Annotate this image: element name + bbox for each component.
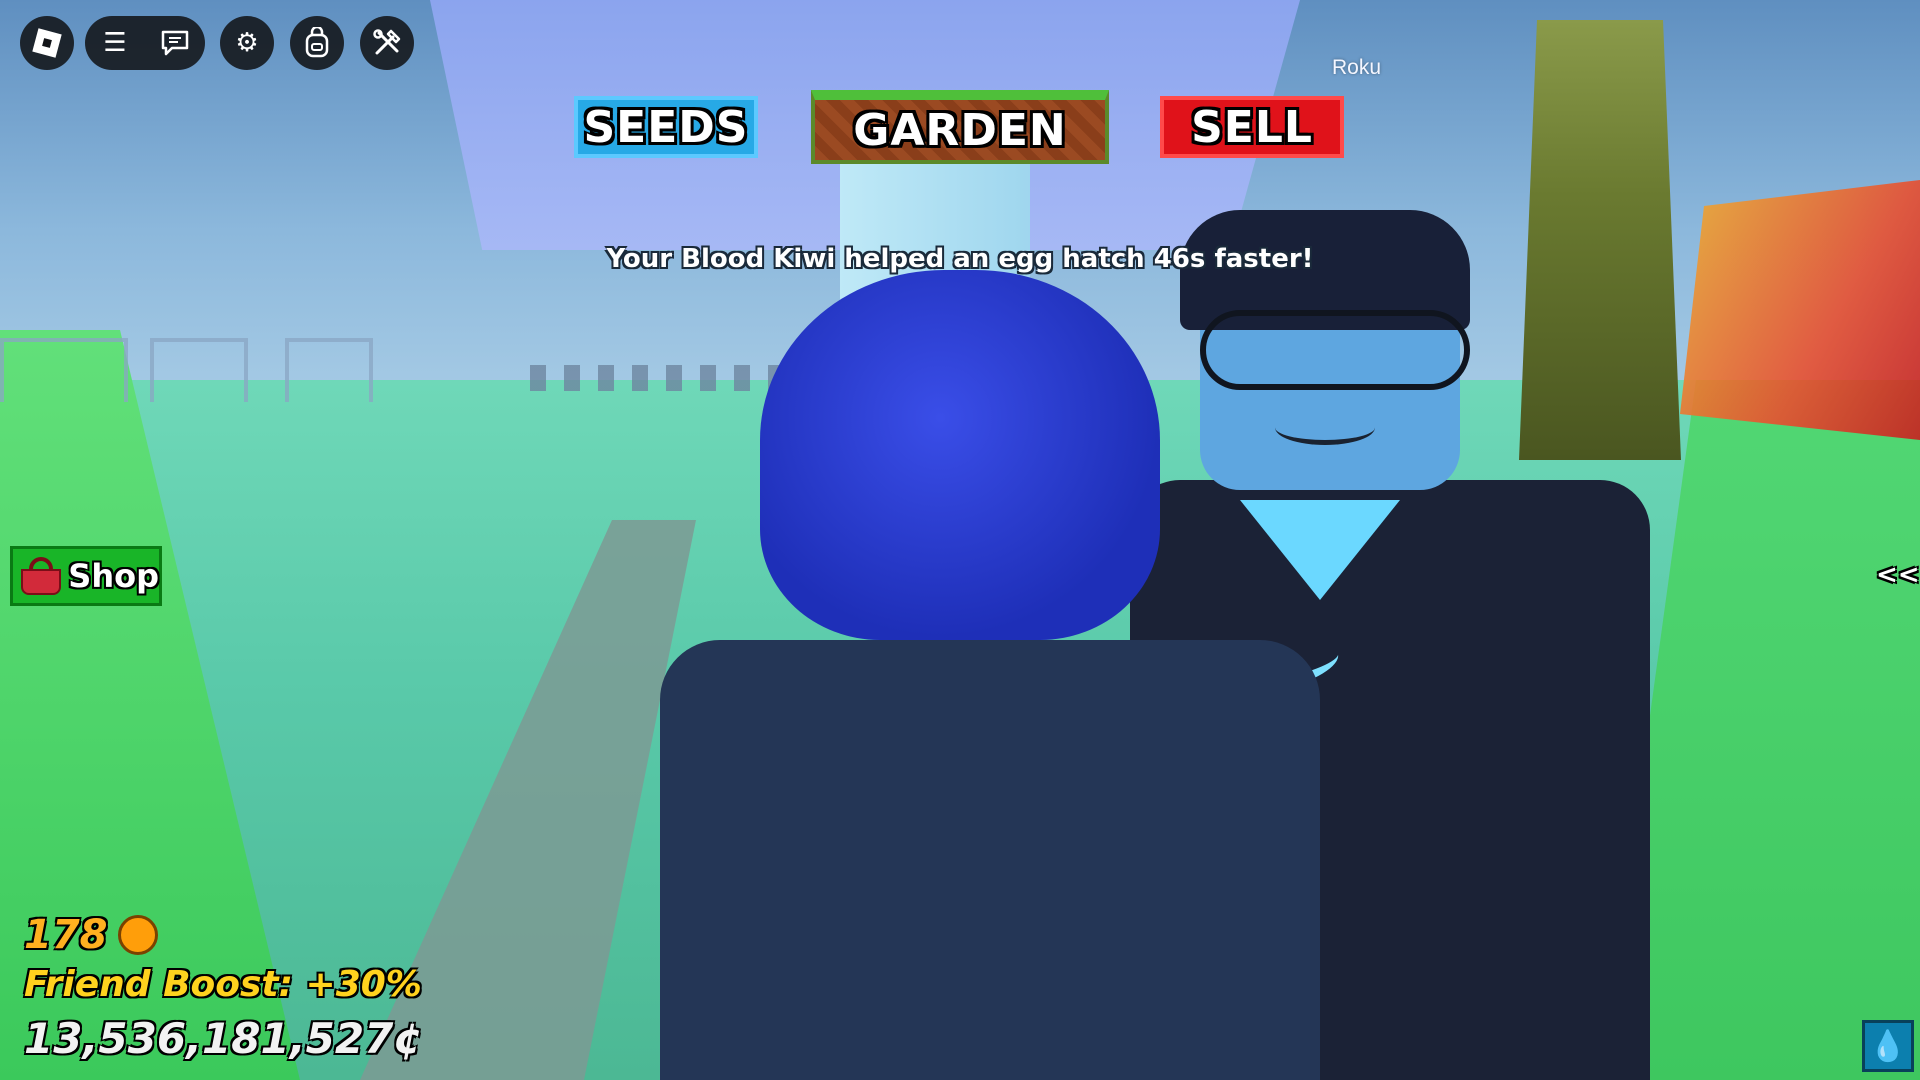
bee-statue — [1519, 20, 1681, 460]
menu-icon: ☰ — [103, 28, 127, 58]
honey-amount: 178 — [24, 912, 108, 958]
seeds-button[interactable]: SEEDS — [574, 96, 758, 158]
backpack-icon — [305, 27, 329, 58]
shop-button[interactable]: Shop — [10, 546, 162, 606]
expand-side-panel-button[interactable]: << — [1876, 560, 1920, 590]
water-drop-icon: 💧 — [1869, 1028, 1907, 1064]
player-nameplate: Roku — [1332, 56, 1382, 79]
tools-button[interactable] — [360, 16, 414, 70]
menu-button[interactable]: ☰ — [85, 30, 145, 56]
settings-button[interactable]: ⚙ — [220, 16, 274, 70]
roblox-menu-button[interactable] — [20, 16, 74, 70]
shop-label: Shop — [68, 557, 159, 595]
flower-display — [1680, 180, 1920, 440]
gear-icon: ⚙ — [235, 28, 259, 58]
honey-counter: 178 — [24, 912, 158, 958]
garden-button[interactable]: GARDEN — [811, 90, 1109, 164]
market-stall — [0, 338, 128, 402]
backpack-button[interactable] — [290, 16, 344, 70]
money-counter: 13,536,181,527¢ — [24, 1014, 423, 1063]
local-player-avatar — [660, 640, 1320, 1080]
menu-chat-group: ☰ — [85, 16, 205, 70]
honey-pot-icon — [117, 915, 158, 955]
market-stall — [285, 338, 373, 402]
market-stall — [150, 338, 248, 402]
friend-boost-text: Friend Boost: +30% — [24, 964, 422, 1005]
avatar-smile — [1275, 410, 1375, 445]
chat-icon — [161, 30, 189, 56]
avatar-glasses — [1200, 310, 1470, 390]
roblox-logo-icon — [32, 28, 62, 58]
basket-icon — [19, 557, 62, 595]
tools-icon — [373, 29, 401, 55]
chat-button[interactable] — [145, 29, 205, 57]
watering-can-button[interactable]: 💧 — [1862, 1020, 1914, 1072]
sell-button[interactable]: SELL — [1160, 96, 1344, 158]
local-player-hair — [760, 270, 1160, 640]
hatch-notification: Your Blood Kiwi helped an egg hatch 46s … — [606, 244, 1314, 274]
